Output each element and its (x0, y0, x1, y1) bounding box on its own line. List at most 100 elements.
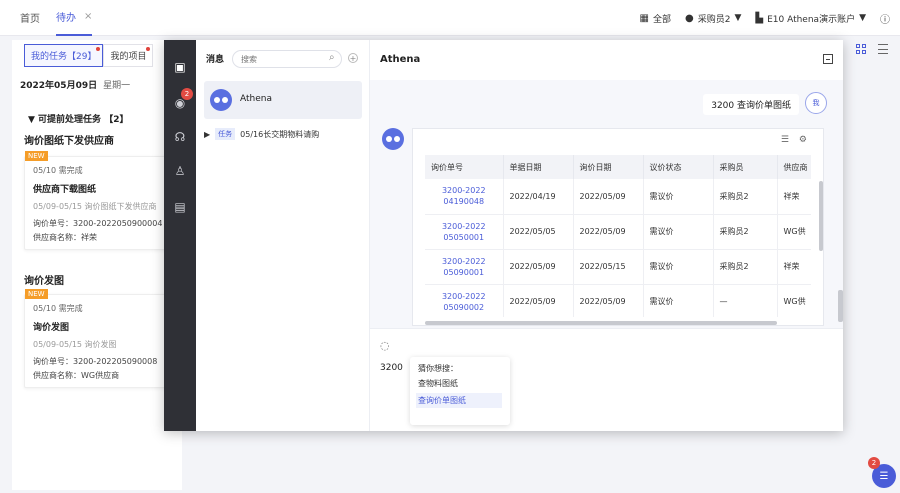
search-input[interactable] (232, 50, 342, 68)
nav-rail: ▣ ◉ 2 ☊ ♙ ▤ (164, 40, 196, 431)
tab-home[interactable]: 首页 (20, 0, 40, 36)
building-icon: ▙ (755, 12, 764, 24)
tenant-label: E10 Athena演示账户 (767, 14, 856, 25)
task-workbench: 我的任务【29】 我的项目 2022年05月09日 星期一 ▼ 可提前处理任务 【… (12, 40, 182, 490)
task-tag: 任务 (215, 128, 236, 140)
table-tools: ☰ ⚙ (781, 135, 807, 145)
due-status: 05/10 需完成 (33, 166, 83, 175)
segment-label: 我的任务【29】 (31, 52, 97, 62)
chat-bubble-icon[interactable]: ◌ (380, 339, 390, 352)
scope-label: 全部 (652, 14, 671, 25)
task-segment: 我的任务【29】 我的项目 (24, 44, 154, 67)
group-title: 询价发图 (24, 276, 64, 287)
chat-input-text[interactable]: 3200 (380, 363, 403, 373)
table-cell: 2022/05/09 (503, 284, 574, 317)
table-cell: 采购员2 (713, 179, 778, 215)
date-text: 2022年05月09日 (20, 81, 98, 91)
close-icon[interactable]: × (84, 11, 92, 22)
user-icon: ● (684, 12, 694, 24)
table-cell: 2022/05/09 (573, 214, 644, 250)
card-title: 供应商下载图纸 (33, 185, 97, 195)
segment-label: 我的项目 (110, 52, 147, 62)
table-cell: 2022/05/05 (503, 214, 574, 250)
table-cell: WG供 (777, 214, 811, 250)
segment-my-tasks[interactable]: 我的任务【29】 (24, 44, 104, 67)
conversation-item[interactable]: Athena (204, 81, 362, 119)
table-cell: 需议价 (643, 249, 714, 285)
inquiry-number-link[interactable]: 3200-2022 04190048 (425, 179, 504, 215)
message-list: 消息 ⌕ + Athena ▶ 任务 05/16长交期物料请购 (196, 40, 370, 431)
card-subtitle: 05/09-05/15 询价发图 (33, 340, 117, 349)
grid-view-icon[interactable] (856, 44, 866, 54)
contacts-icon[interactable]: ♙ (171, 162, 189, 180)
column-header[interactable]: 询价单号 (425, 155, 504, 179)
inquiry-table: 询价单号 单据日期 询价日期 议价状态 采购员 供应商 3200-2022 04… (425, 155, 811, 317)
tab-todo[interactable]: 待办 × (56, 0, 93, 36)
chat-header: Athena (370, 40, 843, 80)
chat-scrollbar[interactable] (838, 290, 843, 322)
current-date: 2022年05月09日 星期一 (20, 78, 130, 91)
suggestion-item-selected[interactable]: 查询价单图纸 (416, 393, 502, 408)
unread-badge: 2 (181, 88, 193, 100)
chevron-down-icon: ▼ (734, 13, 742, 23)
table-cell: 2022/04/19 (503, 179, 574, 215)
task-item[interactable]: ▶ 任务 05/16长交期物料请购 (204, 128, 319, 140)
suggestion-item[interactable]: 查物料图纸 (418, 378, 502, 389)
user-message: 3200 查询价单图纸 (703, 94, 799, 115)
columns-icon[interactable]: ☰ (781, 135, 789, 145)
task-card[interactable]: NEW 05/10 需完成 供应商下载图纸 05/09-05/15 询价图纸下发… (24, 151, 174, 250)
table-vertical-scrollbar[interactable] (819, 181, 823, 251)
column-header[interactable]: 议价状态 (643, 155, 714, 179)
card-field: 供应商名称：WG供应商 (33, 371, 120, 380)
chat-input-area[interactable]: ◌ 3200 猜你想搜： 查物料图纸 查询价单图纸 (370, 328, 843, 431)
list-view-icon[interactable] (878, 44, 888, 54)
card-subtitle: 05/09-05/15 询价图纸下发供应商 (33, 202, 157, 211)
athena-chat-modal: ▣ ◉ 2 ☊ ♙ ▤ 消息 ⌕ + Athena ▶ 任务 05/16长交期物… (164, 40, 843, 431)
chat-title: Athena (380, 54, 421, 65)
table-row: 3200-2022 05090001 2022/05/09 2022/05/15… (425, 249, 811, 285)
conversation-name: Athena (240, 94, 272, 104)
task-card[interactable]: NEW 05/10 需完成 询价发图 05/09-05/15 询价发图 询价单号… (24, 289, 174, 388)
add-icon[interactable]: + (348, 53, 358, 63)
table-scroll[interactable]: 询价单号 单据日期 询价日期 议价状态 采购员 供应商 3200-2022 04… (425, 155, 811, 317)
inquiry-number-link[interactable]: 3200-2022 05090002 (425, 284, 504, 317)
column-header[interactable]: 供应商 (777, 155, 811, 179)
table-horizontal-scrollbar[interactable] (425, 321, 777, 325)
card-title: 询价发图 (33, 323, 70, 333)
tenant-selector[interactable]: ▙ E10 Athena演示账户 ▼ (755, 12, 866, 25)
segment-my-projects[interactable]: 我的项目 (103, 44, 154, 67)
result-card: ☰ ⚙ 询价单号 单据日期 询价日期 议价状态 采购员 供应商 3200-202… (412, 128, 824, 326)
minimize-icon[interactable] (823, 54, 833, 64)
grid-icon: ▦ (639, 12, 649, 24)
search-icon[interactable]: ⌕ (329, 52, 335, 63)
settings-icon[interactable]: ⚙ (799, 135, 807, 145)
chat-icon[interactable]: ▣ (171, 58, 189, 76)
new-badge: NEW (25, 289, 48, 299)
card-field: 供应商名称：祥荣 (33, 233, 97, 242)
table-cell: 2022/05/09 (573, 179, 644, 215)
inquiry-number-link[interactable]: 3200-2022 05050001 (425, 214, 504, 250)
column-header[interactable]: 单据日期 (503, 155, 574, 179)
table-row: 3200-2022 05050001 2022/05/05 2022/05/09… (425, 214, 811, 250)
messages-heading: 消息 (206, 55, 225, 65)
top-right-tools: ▦ 全部 ● 采购员2 ▼ ▙ E10 Athena演示账户 ▼ ⓘ (640, 0, 890, 36)
inquiry-number-link[interactable]: 3200-2022 05090001 (425, 249, 504, 285)
athena-avatar (382, 128, 404, 150)
table-row: 3200-2022 05090002 2022/05/09 2022/05/09… (425, 284, 811, 317)
column-header[interactable]: 采购员 (713, 155, 778, 179)
column-header[interactable]: 询价日期 (573, 155, 644, 179)
table-row: 3200-2022 04190048 2022/04/19 2022/05/09… (425, 179, 811, 215)
card-field: 询价单号：3200-2022050900004 (33, 219, 163, 228)
section-toggle[interactable]: ▼ 可提前处理任务 【2】 (28, 112, 128, 125)
table-cell: — (713, 284, 778, 317)
user-selector[interactable]: ● 采购员2 ▼ (685, 12, 741, 25)
table-cell: 2022/05/09 (503, 249, 574, 285)
headset-icon[interactable]: ☊ (171, 128, 189, 146)
scope-selector[interactable]: ▦ 全部 (640, 12, 671, 25)
report-icon[interactable]: ▤ (171, 198, 189, 216)
table-cell: WG供 (777, 284, 811, 317)
table-cell: 祥荣 (777, 249, 811, 285)
help-icon[interactable]: ⓘ (880, 11, 890, 26)
table-cell: 2022/05/15 (573, 249, 644, 285)
fab-badge: 2 (868, 457, 880, 469)
